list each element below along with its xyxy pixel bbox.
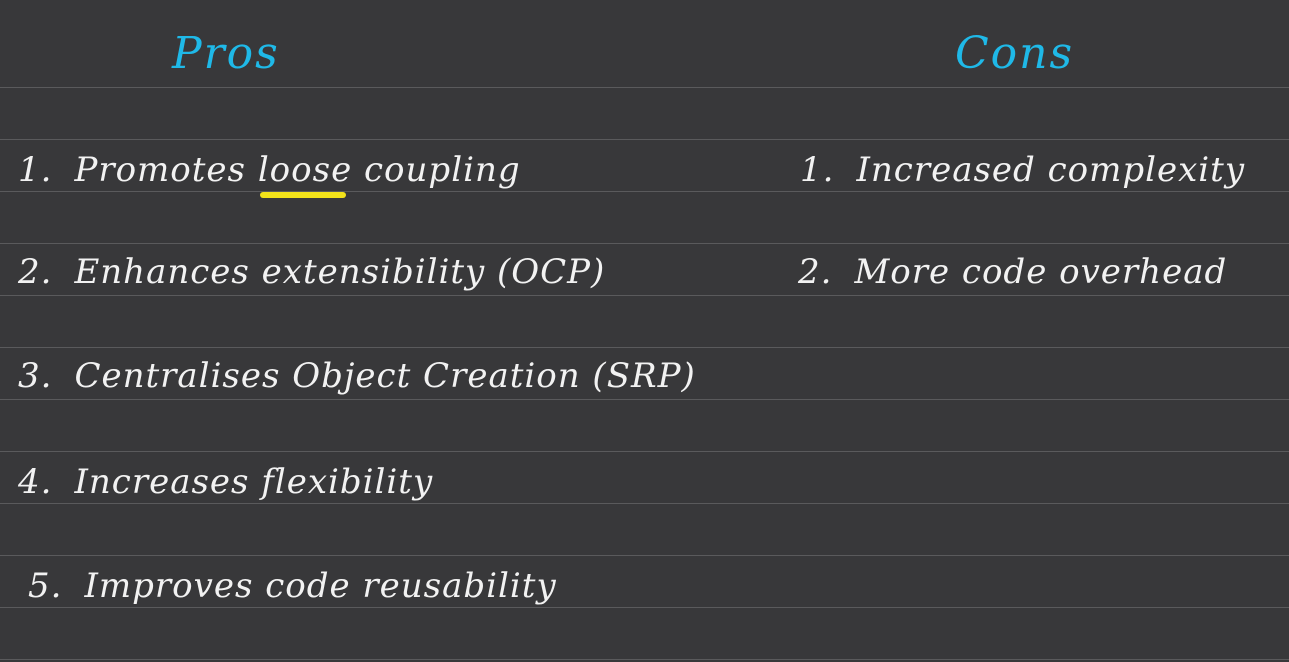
item-number: 2. (18, 252, 53, 292)
item-text: Enhances extensibility (OCP) (74, 252, 606, 292)
item-number: 4. (18, 462, 53, 502)
ruled-line (0, 503, 1289, 504)
cons-item-2: 2. More code overhead (798, 252, 1227, 292)
ruled-line (0, 659, 1289, 660)
ruled-line (0, 139, 1289, 140)
item-text: Increases flexibility (74, 462, 434, 502)
ruled-line (0, 607, 1289, 608)
pros-item-3: 3. Centralises Object Creation (SRP) (18, 356, 696, 396)
item-text: Increased complexity (856, 150, 1246, 190)
cons-item-1: 1. Increased complexity (800, 150, 1245, 190)
ruled-line (0, 87, 1289, 88)
item-number: 3. (18, 356, 53, 396)
pros-item-2: 2. Enhances extensibility (OCP) (18, 252, 605, 292)
highlighted-word-text: loose (257, 150, 353, 190)
item-text-after: coupling (364, 150, 521, 190)
ruled-line (0, 295, 1289, 296)
ruled-line (0, 347, 1289, 348)
cons-heading: Cons (955, 28, 1075, 79)
item-number: 1. (18, 150, 53, 190)
item-text: Centralises Object Creation (SRP) (74, 356, 696, 396)
item-text: More code overhead (854, 252, 1228, 292)
highlighted-word: loose (257, 150, 353, 198)
pros-item-5: 5. Improves code reusability (28, 566, 557, 606)
item-text: Improves code reusability (84, 566, 557, 606)
item-number: 1. (800, 150, 835, 190)
item-number: 5. (28, 566, 63, 606)
ruled-line (0, 451, 1289, 452)
pros-heading: Pros (172, 28, 280, 79)
ruled-line (0, 555, 1289, 556)
ruled-line (0, 399, 1289, 400)
item-text-before: Promotes (74, 150, 246, 190)
highlighter-underline (259, 192, 347, 198)
pros-item-4: 4. Increases flexibility (18, 462, 433, 502)
notebook-page: Pros Cons 1. Promotes loose coupling 2. En… (0, 0, 1289, 662)
item-number: 2. (798, 252, 833, 292)
pros-item-1: 1. Promotes loose coupling (18, 150, 521, 198)
ruled-line (0, 243, 1289, 244)
ruled-line (0, 191, 1289, 192)
